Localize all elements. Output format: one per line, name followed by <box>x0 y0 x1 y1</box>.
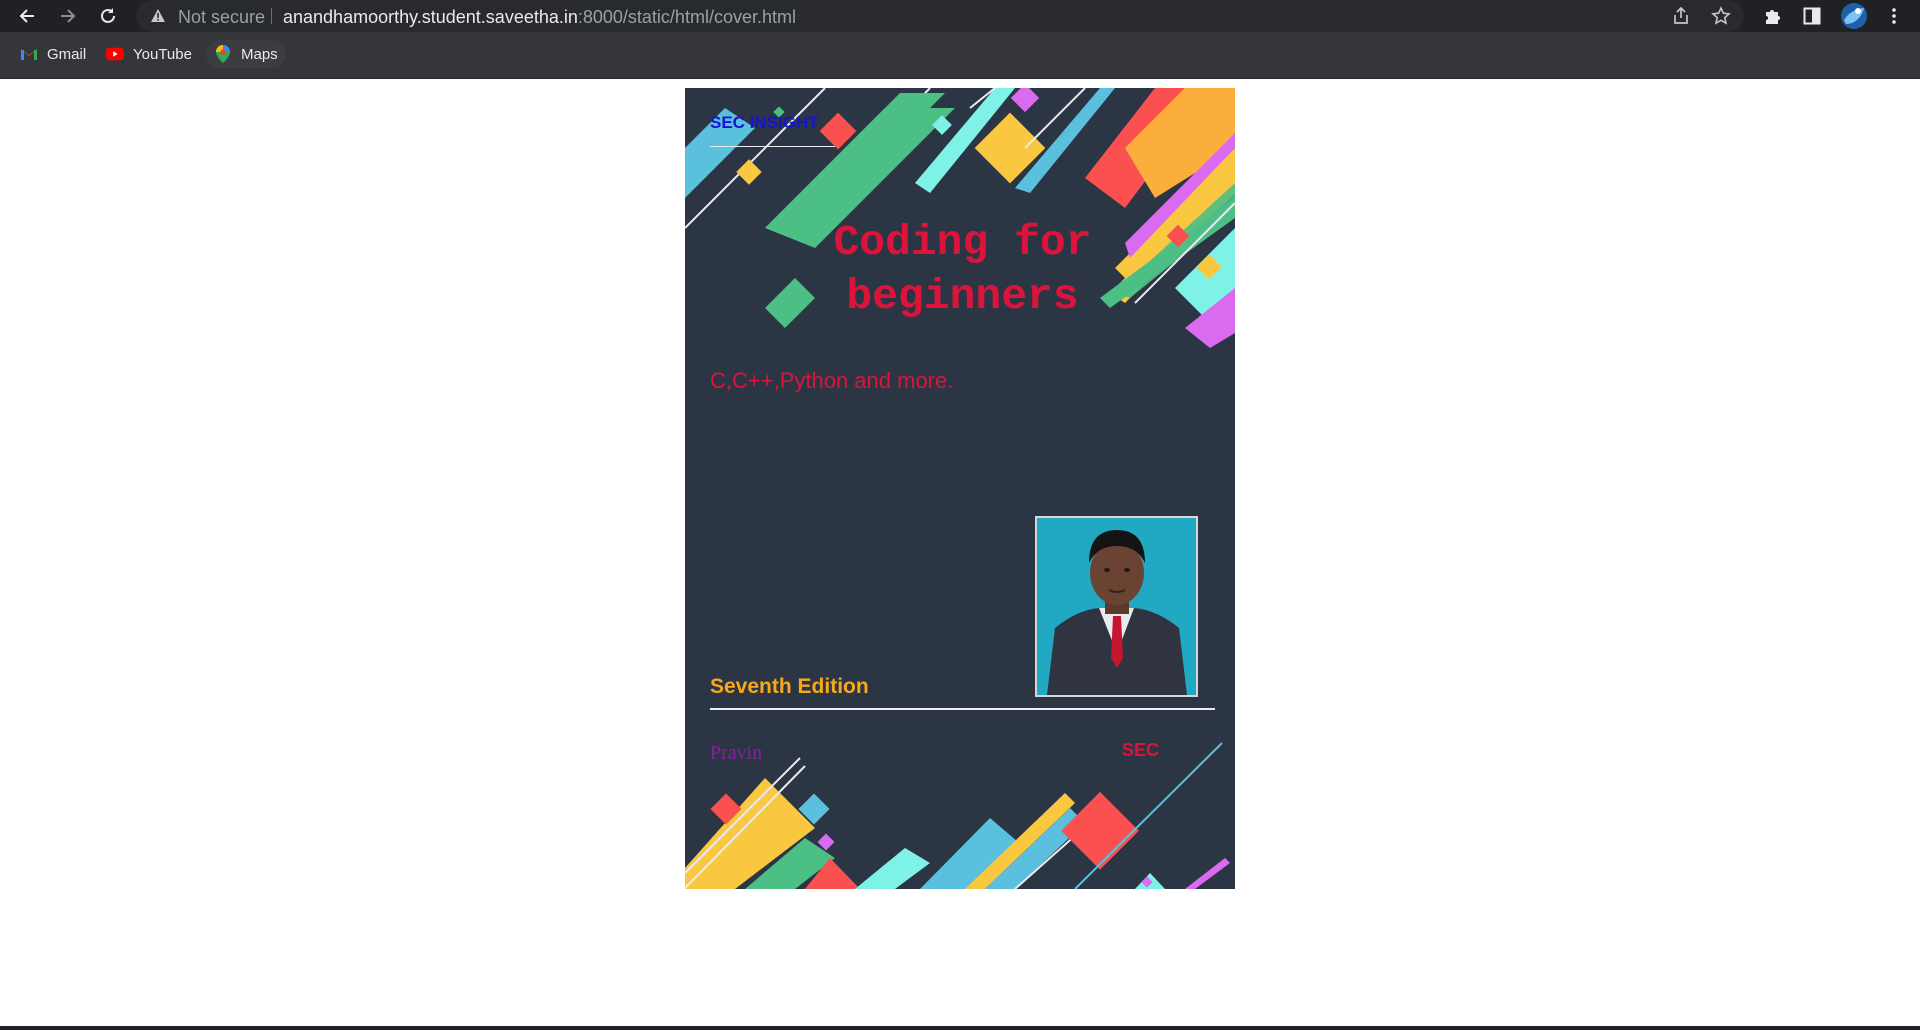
extensions-puzzle-icon[interactable] <box>1761 4 1785 28</box>
publisher-label: SEC <box>1122 740 1160 760</box>
browser-toolbar: Not secure anandhamoorthy.student.saveet… <box>0 0 1920 32</box>
url-host: anandhamoorthy.student.saveetha.in <box>283 7 578 27</box>
book-cover: SEC INSIGHT Coding for beginners C,C++,P… <box>685 88 1235 889</box>
brand-underline <box>710 146 835 147</box>
back-arrow-icon[interactable] <box>13 2 41 30</box>
author-portrait-photo <box>1035 516 1198 697</box>
window-bottom-edge <box>0 1026 1920 1030</box>
url-text[interactable]: anandhamoorthy.student.saveetha.in:8000/… <box>283 7 796 28</box>
share-icon[interactable] <box>1669 4 1693 28</box>
book-title: Coding for beginners <box>833 218 1092 321</box>
more-vert-icon[interactable] <box>1882 4 1906 28</box>
brand-label: SEC INSIGHT <box>710 113 819 132</box>
author-name: Pravin <box>710 742 763 764</box>
star-icon[interactable] <box>1709 4 1733 28</box>
bookmarks-bar: Gmail YouTube Maps <box>0 32 1920 79</box>
reload-icon[interactable] <box>94 2 122 30</box>
bookmark-label: YouTube <box>133 45 192 63</box>
decorative-stripes <box>685 88 1235 889</box>
maps-icon <box>214 45 232 63</box>
profile-avatar-icon[interactable] <box>1840 2 1868 30</box>
bookmark-maps[interactable]: Maps <box>206 40 286 68</box>
bookmark-label: Gmail <box>47 45 87 63</box>
url-path: :8000/static/html/cover.html <box>577 7 796 27</box>
address-bar[interactable]: Not secure anandhamoorthy.student.saveet… <box>136 0 1744 32</box>
divider <box>271 8 272 24</box>
forward-arrow-icon[interactable] <box>54 2 82 30</box>
book-subtitle: C,C++,Python and more. <box>710 368 954 393</box>
youtube-icon <box>106 45 124 63</box>
security-status-label[interactable]: Not secure <box>178 7 265 28</box>
edition-label: Seventh Edition <box>710 675 869 698</box>
bookmark-youtube[interactable]: YouTube <box>98 40 200 68</box>
side-panel-icon[interactable] <box>1800 4 1824 28</box>
bookmark-label: Maps <box>241 45 278 63</box>
gmail-icon <box>20 45 38 63</box>
edition-divider <box>710 708 1215 710</box>
bookmark-gmail[interactable]: Gmail <box>12 40 94 68</box>
warning-icon[interactable] <box>150 8 166 29</box>
